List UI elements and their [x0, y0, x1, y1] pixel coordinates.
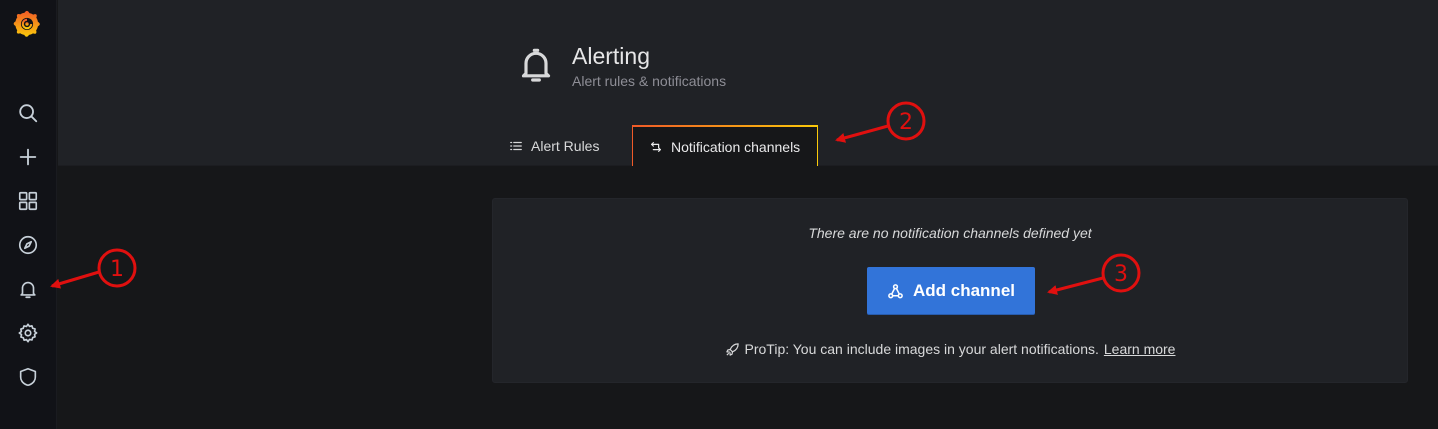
annotation-label-1: 1 — [110, 257, 124, 282]
bell-icon — [512, 40, 560, 90]
bell-icon[interactable] — [8, 271, 48, 307]
tab-notification-channels[interactable]: Notification channels — [632, 125, 818, 166]
search-icon[interactable] — [8, 95, 48, 131]
list-icon — [510, 141, 522, 150]
protip: ProTip: You can include images in your a… — [493, 341, 1407, 357]
plus-icon[interactable] — [8, 139, 48, 175]
protip-text: ProTip: You can include images in your a… — [744, 341, 1099, 357]
shield-icon[interactable] — [8, 359, 48, 395]
page-header: Alerting Alert rules & notifications Ale… — [58, 0, 1438, 166]
add-channel-button[interactable]: Add channel — [867, 267, 1035, 315]
add-channel-label: Add channel — [912, 281, 1015, 300]
sidebar — [0, 0, 57, 429]
page-subtitle: Alert rules & notifications — [572, 73, 727, 89]
tab-alert-rules[interactable]: Alert Rules — [507, 125, 615, 166]
page-title: Alerting — [572, 43, 650, 69]
empty-state-panel: There are no notification channels defin… — [492, 198, 1408, 383]
annotation-1: 1 — [50, 248, 137, 289]
learn-more-link[interactable]: Learn more — [1104, 341, 1176, 357]
tab-label: Alert Rules — [531, 137, 600, 154]
channel-icon — [651, 141, 661, 152]
grafana-logo-icon[interactable] — [10, 6, 44, 40]
channel-add-icon — [888, 283, 903, 298]
empty-state-message: There are no notification channels defin… — [808, 225, 1092, 241]
explore-compass-icon[interactable] — [8, 227, 48, 263]
gear-icon[interactable] — [8, 315, 48, 351]
rocket-icon — [725, 342, 739, 356]
dashboards-icon[interactable] — [8, 183, 48, 219]
tab-label: Notification channels — [671, 138, 801, 155]
